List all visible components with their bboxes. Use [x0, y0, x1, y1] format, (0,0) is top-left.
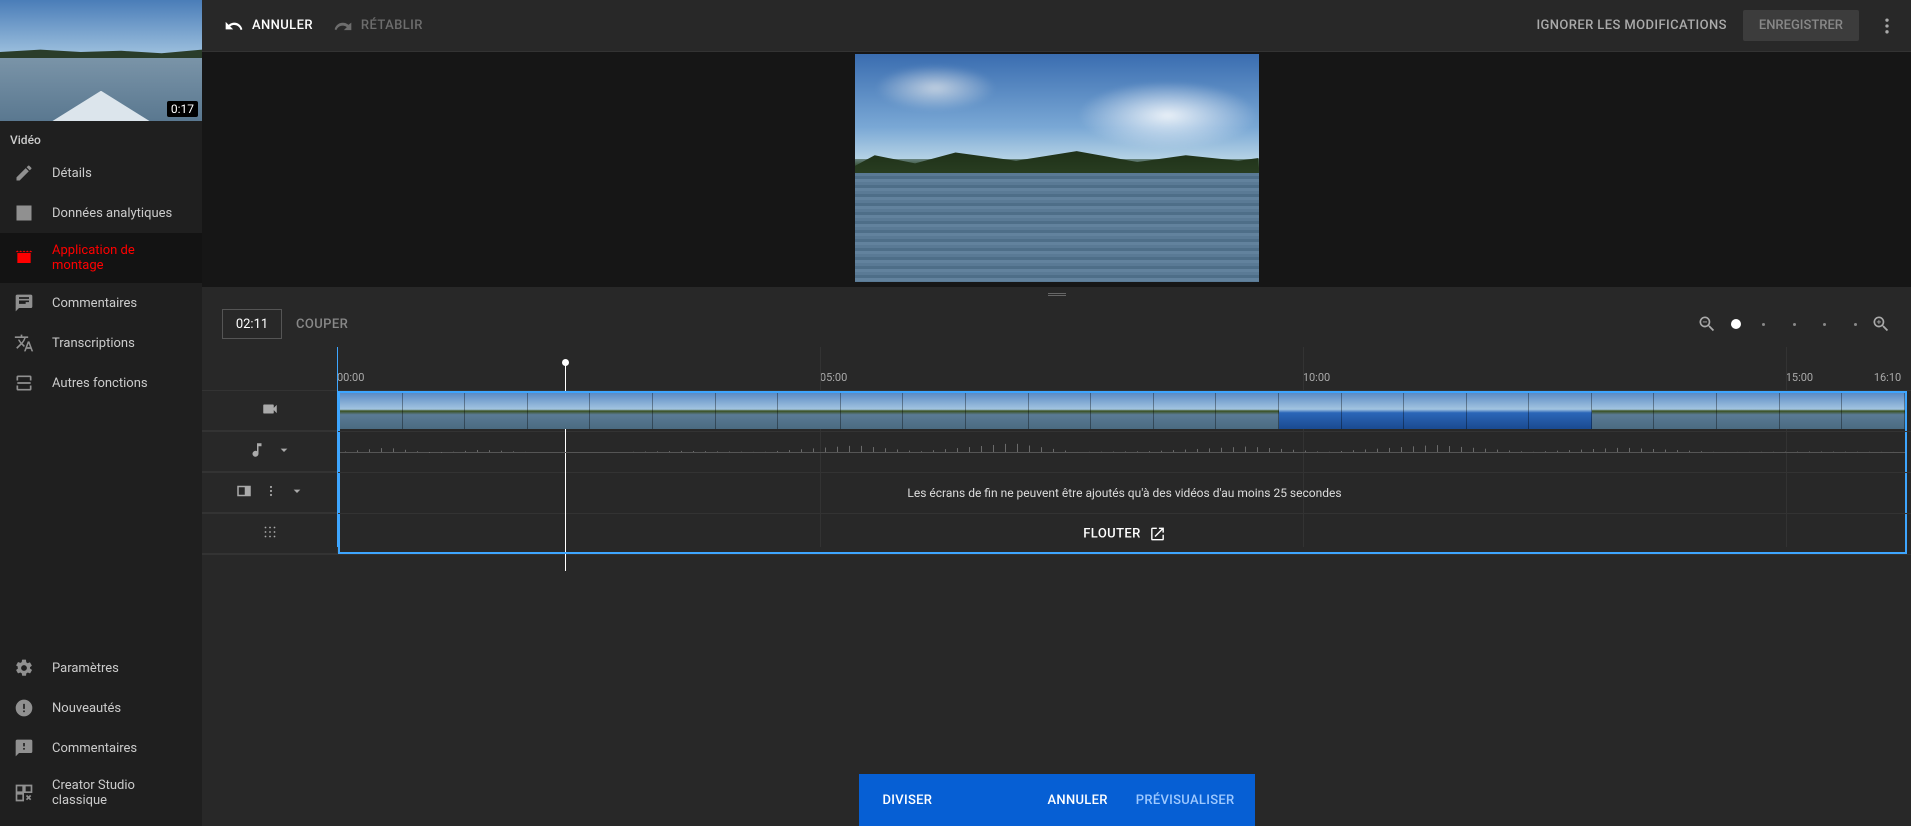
ruler-mark-label: 16:10 [1874, 371, 1901, 384]
sidebar-item-feedback[interactable]: Commentaires [0, 728, 202, 768]
split-button[interactable]: DIVISER [859, 793, 1017, 808]
undo-label: ANNULER [252, 18, 313, 33]
sidebar-item-settings[interactable]: Paramètres [0, 648, 202, 688]
resize-handle[interactable] [202, 287, 1911, 301]
sidebar-item-label: Creator Studio classique [52, 778, 188, 808]
topbar: ANNULER RÉTABLIR IGNORER LES MODIFICATIO… [202, 0, 1911, 52]
more-button[interactable] [1875, 14, 1899, 38]
ruler-mark-label: 15:00 [1786, 371, 1813, 384]
classic-icon [14, 783, 34, 803]
chevron-down-icon[interactable] [276, 442, 292, 462]
sidebar-item-label: Détails [52, 166, 92, 181]
time-ruler[interactable]: 00:00 05:00 10:00 15:00 16:10 [338, 371, 1911, 390]
undo-icon [224, 16, 244, 36]
more-vert-icon [1877, 16, 1897, 36]
pencil-icon [14, 163, 34, 183]
ruler-mark-label: 00:00 [337, 371, 364, 384]
endscreen-track: Les écrans de fin ne peuvent être ajouté… [338, 473, 1911, 513]
blur-link[interactable]: FLOUTER [338, 526, 1911, 543]
video-track[interactable] [338, 391, 1911, 431]
chevron-down-icon[interactable] [289, 483, 305, 503]
zoom-slider[interactable] [1731, 322, 1857, 326]
translate-icon [14, 333, 34, 353]
sidebar-item-label: Autres fonctions [52, 376, 148, 391]
main-panel: ANNULER RÉTABLIR IGNORER LES MODIFICATIO… [202, 0, 1911, 826]
sidebar: 0:17 Vidéo Détails Données analytiques A… [0, 0, 202, 826]
preview-button[interactable]: PRÉVISUALISER [1136, 793, 1235, 808]
discard-button[interactable]: IGNORER LES MODIFICATIONS [1536, 18, 1726, 33]
save-button[interactable]: ENREGISTRER [1743, 10, 1859, 41]
redo-label: RÉTABLIR [361, 18, 423, 33]
sidebar-item-transcriptions[interactable]: Transcriptions [0, 323, 202, 363]
sidebar-item-label: Commentaires [52, 741, 137, 756]
zoom-out-icon[interactable] [1697, 314, 1717, 334]
sidebar-section-label: Vidéo [0, 121, 202, 153]
sidebar-item-analytics[interactable]: Données analytiques [0, 193, 202, 233]
sidebar-item-details[interactable]: Détails [0, 153, 202, 193]
action-bar: DIVISER ANNULER PRÉVISUALISER [859, 774, 1255, 826]
endscreen-icon [235, 482, 253, 504]
video-icon [261, 400, 279, 422]
ruler-mark-label: 05:00 [820, 371, 847, 384]
gear-icon [14, 658, 34, 678]
cancel-button[interactable]: ANNULER [1048, 793, 1108, 808]
zoom-in-icon[interactable] [1871, 314, 1891, 334]
video-thumbnail[interactable]: 0:17 [0, 0, 202, 121]
cut-button[interactable]: COUPER [296, 317, 348, 332]
video-preview[interactable] [855, 54, 1259, 282]
timecode-input[interactable]: 02:11 [222, 309, 282, 339]
video-track-header [202, 391, 338, 431]
timeline: 00:00 05:00 10:00 15:00 16:10 [202, 347, 1911, 555]
audio-track-header[interactable] [202, 432, 338, 472]
thumbnail-duration: 0:17 [167, 101, 198, 117]
sidebar-item-comments[interactable]: Commentaires [0, 283, 202, 323]
blur-label: FLOUTER [1083, 527, 1140, 542]
blur-track-header [202, 514, 338, 554]
sidebar-item-label: Nouveautés [52, 701, 121, 716]
sidebar-item-editor[interactable]: Application de montage [0, 233, 202, 283]
feedback-icon [14, 738, 34, 758]
editor-icon [14, 248, 34, 268]
controls-row: 02:11 COUPER [202, 301, 1911, 347]
app-root: 0:17 Vidéo Détails Données analytiques A… [0, 0, 1911, 826]
endscreen-info: Les écrans de fin ne peuvent être ajouté… [338, 486, 1911, 500]
preview-area [202, 52, 1911, 287]
audio-track[interactable] [338, 432, 1911, 472]
layers-icon [14, 373, 34, 393]
zoom-slider-thumb[interactable] [1731, 319, 1741, 329]
endscreen-track-header[interactable] [202, 473, 338, 513]
sidebar-item-label: Application de montage [52, 243, 188, 273]
more-vert-icon[interactable] [263, 483, 279, 503]
open-external-icon [1149, 526, 1166, 543]
sidebar-item-label: Transcriptions [52, 336, 135, 351]
blur-track[interactable]: FLOUTER [338, 514, 1911, 554]
sidebar-item-other[interactable]: Autres fonctions [0, 363, 202, 403]
redo-icon [333, 16, 353, 36]
analytics-icon [14, 203, 34, 223]
blur-icon [261, 523, 279, 545]
sidebar-item-label: Données analytiques [52, 206, 172, 221]
ruler-mark-label: 10:00 [1303, 371, 1330, 384]
sidebar-item-label: Commentaires [52, 296, 137, 311]
redo-button: RÉTABLIR [333, 16, 423, 36]
music-icon [248, 441, 266, 463]
comments-icon [14, 293, 34, 313]
sidebar-item-news[interactable]: Nouveautés [0, 688, 202, 728]
sidebar-item-classic[interactable]: Creator Studio classique [0, 768, 202, 818]
news-icon [14, 698, 34, 718]
sidebar-item-label: Paramètres [52, 661, 119, 676]
undo-button[interactable]: ANNULER [224, 16, 313, 36]
